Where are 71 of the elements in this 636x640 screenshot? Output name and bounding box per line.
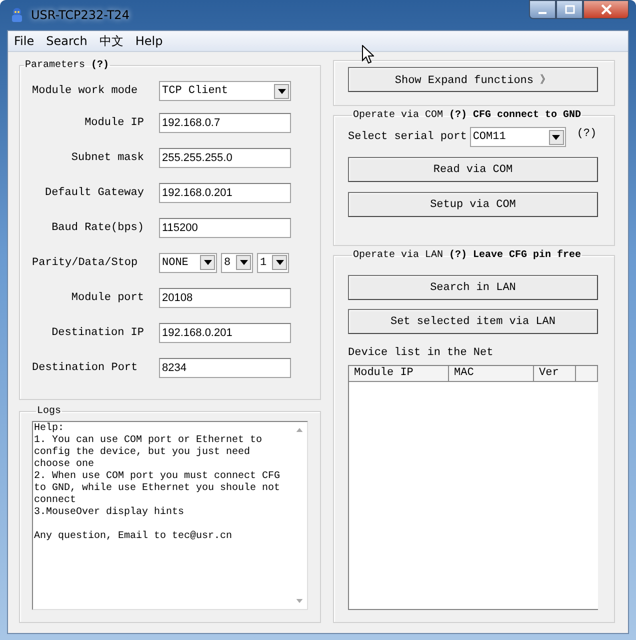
text-field[interactable]: 192.168.0.7 [159,112,291,132]
field-label: Destination Port [31,362,139,374]
maximize-icon [564,4,574,14]
text-field[interactable]: 255.255.255.0 [159,148,291,168]
lan-button[interactable]: Set selected item via LAN [348,309,598,334]
expand-functions-button[interactable]: Show Expand functions 》 [348,67,598,92]
robot-icon [9,7,25,23]
dropdown-arrow-icon [552,134,560,140]
log-line: 1. You can use COM port or Ethernet to [34,435,264,446]
field-label: Default Gateway [44,186,144,198]
minimize-button[interactable] [529,0,556,19]
text-field[interactable]: 115200 [159,218,291,238]
log-line: config the device, but you just need [34,447,252,458]
close-icon [600,4,612,15]
column-header[interactable]: Module IP [349,366,449,382]
column-header[interactable]: Ver [534,366,576,382]
mouse-pointer-icon [362,45,374,64]
log-line: Any question, Email to tec@usr.cn [34,531,234,543]
dropdown-arrow-icon [278,88,286,94]
help-hint[interactable]: (?) CFG connect to GND [449,110,582,121]
help-hint[interactable]: (?) Leave CFG pin free [449,250,582,261]
list-label: Device list in the Net [348,347,494,359]
log-line: Help: [34,423,66,435]
group-title: Parameters [25,60,86,71]
help-hint[interactable]: (?) [576,128,597,140]
log-line: choose one [34,459,96,470]
text-field[interactable]: 192.168.0.201 [159,322,291,342]
log-line: to GND, while use Ethernet you shoule not [34,483,282,495]
close-button[interactable] [583,0,629,19]
field-label: Module port [70,292,144,304]
scroll-down-icon [296,599,302,603]
text-field[interactable]: 192.168.0.201 [159,182,291,202]
log-line: 3.MouseOver display hints [34,507,186,519]
log-line: connect [34,495,78,507]
dropdown[interactable]: 8 [221,252,253,272]
menu-item[interactable]: Search [40,34,94,48]
dropdown-arrow-icon [276,260,284,265]
field-label: Baud Rate(bps) [50,222,144,234]
field-label: Module IP [84,116,144,128]
lan-button[interactable]: Search in LAN [348,275,598,300]
log-text-area[interactable] [32,421,308,610]
minimize-icon [538,12,547,14]
dropdown-arrow-icon [204,260,212,265]
field-label: Module work mode [31,85,139,97]
com-button[interactable]: Read via COM [348,157,598,182]
group-title: Operate via COM [353,110,444,121]
com-button[interactable]: Setup via COM [348,192,598,217]
maximize-button[interactable] [556,0,583,19]
field-label: Destination IP [50,326,144,338]
group-title: Operate via LAN [353,250,444,261]
column-header[interactable] [576,366,598,382]
dropdown-arrow-icon [240,260,248,265]
device-list[interactable]: Module IP MAC Ver [348,365,598,610]
menu-item[interactable]: File [8,34,40,48]
group-title: Logs [37,406,62,417]
text-field[interactable]: 8234 [159,358,291,378]
serial-port-dropdown[interactable]: COM11 [470,127,566,147]
field-label: Subnet mask [70,152,144,164]
dropdown[interactable]: NONE [159,252,217,272]
dropdown[interactable]: 1 [257,252,289,272]
dropdown[interactable]: TCP Client [159,81,291,101]
column-header[interactable]: MAC [449,366,534,382]
scroll-up-icon [296,428,302,432]
log-line: 2. When use COM port you must connect CFG [34,471,282,482]
menu-item[interactable]: 中文 [93,32,130,50]
help-hint[interactable]: (?) [91,60,110,71]
window-title: USR-TCP232-T24 [31,8,130,22]
field-label: Select serial port [348,131,467,143]
menu-item[interactable]: Help [129,34,169,48]
text-field[interactable]: 20108 [159,288,291,308]
field-label: Parity/Data/Stop [31,256,139,268]
